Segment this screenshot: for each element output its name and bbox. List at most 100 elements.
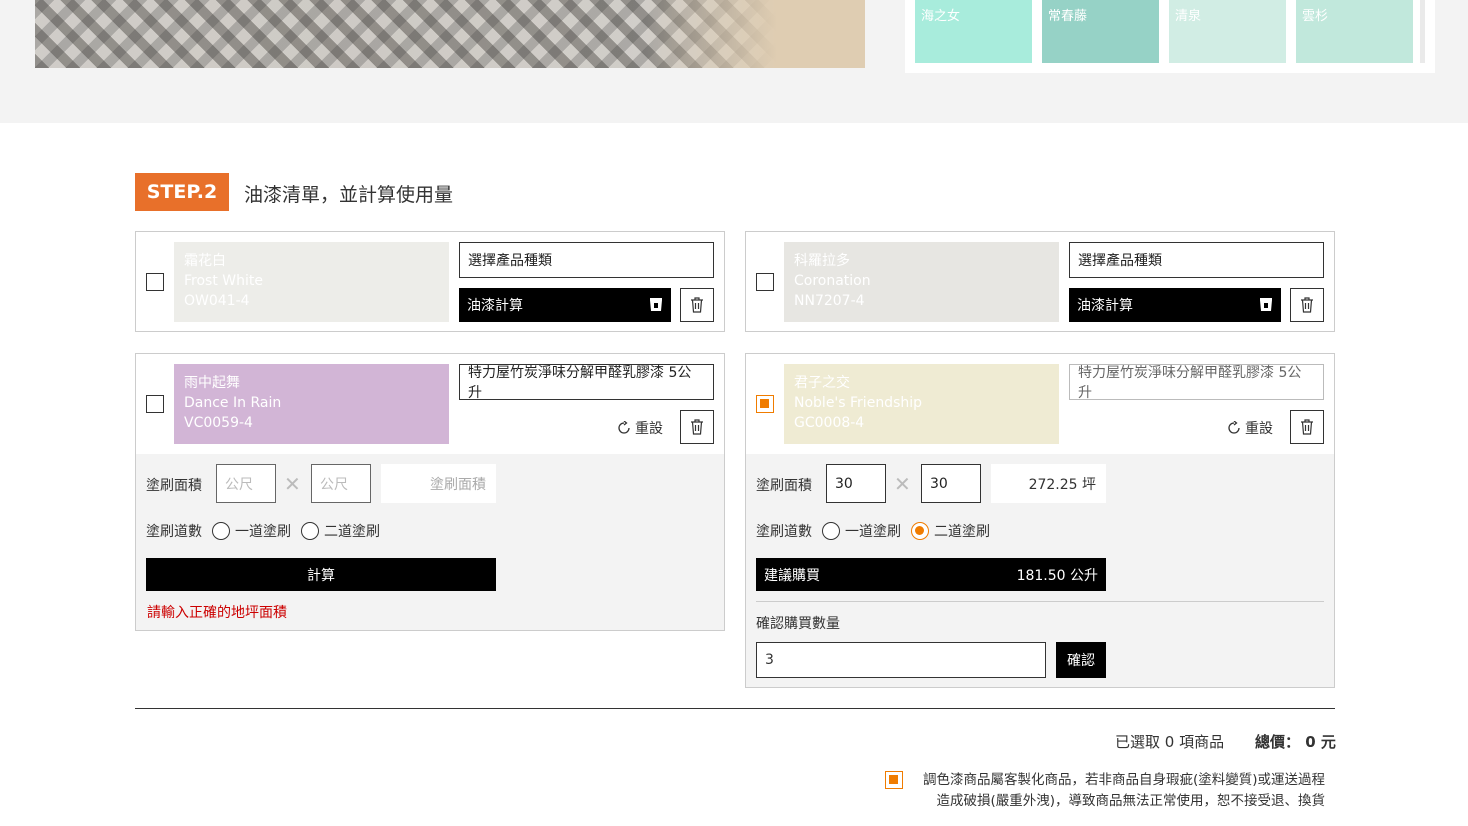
paint-card-expanded: 雨中起舞 Dance In Rain VC0059-4 特力屋竹炭淨味分解甲醛乳… xyxy=(135,353,725,631)
delete-button[interactable] xyxy=(680,288,714,322)
step-badge: STEP.2 xyxy=(135,173,229,211)
color-chip: 雨中起舞 Dance In Rain VC0059-4 xyxy=(174,364,449,444)
floor-fade xyxy=(645,0,865,68)
notice-line-2: 造成破損(嚴重外洩)，導致商品無法正常使用，恕不接受退、換貨 xyxy=(936,793,1325,809)
times-icon: ✕ xyxy=(894,472,911,496)
paint-bucket-icon xyxy=(1260,298,1272,311)
area-label: 塗刷面積 xyxy=(146,478,202,494)
paint-calc-button[interactable]: 油漆計算 xyxy=(1069,288,1281,322)
coat-two-option[interactable]: 二道塗刷 xyxy=(911,521,990,541)
paint-bucket-icon xyxy=(650,298,662,311)
refresh-icon xyxy=(1228,421,1240,434)
confirm-button[interactable]: 確認 xyxy=(1056,642,1106,678)
calculate-button[interactable]: 計算 xyxy=(146,558,496,591)
paint-calc-label: 油漆計算 xyxy=(1077,298,1133,314)
swatch-name: 雲杉 xyxy=(1302,9,1329,24)
reset-button[interactable]: 重設 xyxy=(1227,418,1273,438)
card-checkbox-checked[interactable] xyxy=(756,395,774,413)
swatch-name: 常春藤 xyxy=(1048,9,1088,24)
times-icon: ✕ xyxy=(284,472,301,496)
paint-card-expanded: 君子之交 Noble's Friendship GC0008-4 特力屋竹炭淨味… xyxy=(745,353,1335,688)
color-code: OW041-4 xyxy=(184,293,250,309)
swatch-tile[interactable]: 雲杉 xyxy=(1296,0,1413,63)
card-checkbox[interactable] xyxy=(146,395,164,413)
card-divider xyxy=(756,601,1324,602)
coats-radio-group: 一道塗刷 二道塗刷 xyxy=(822,521,1000,541)
summary-divider xyxy=(135,708,1335,709)
radio-coat-one[interactable] xyxy=(822,522,840,540)
step-title: 油漆清單，並計算使用量 xyxy=(244,184,454,206)
delete-button[interactable] xyxy=(1290,288,1324,322)
product-select[interactable]: 選擇產品種類 xyxy=(459,242,714,278)
radio-coat-two-selected[interactable] xyxy=(911,522,929,540)
delete-button[interactable] xyxy=(680,410,714,444)
radio-coat-one[interactable] xyxy=(212,522,230,540)
swatch-name: 清泉 xyxy=(1175,9,1202,24)
color-chip: 霜花白 Frost White OW041-4 xyxy=(174,242,449,322)
delete-button[interactable] xyxy=(1290,410,1324,444)
swatch-name: 海之女 xyxy=(921,9,961,24)
reset-button[interactable]: 重設 xyxy=(617,418,663,438)
paint-calc-button[interactable]: 油漆計算 xyxy=(459,288,671,322)
color-chip: 科羅拉多 Coronation NN7207-4 xyxy=(784,242,1059,322)
coat-one-option[interactable]: 一道塗刷 xyxy=(212,521,291,541)
height-input[interactable]: 公尺 xyxy=(311,464,371,503)
coat-two-label: 二道塗刷 xyxy=(324,524,380,540)
color-name-zh: 霜花白 xyxy=(184,253,226,269)
width-input[interactable]: 30 xyxy=(826,464,886,503)
coat-two-label: 二道塗刷 xyxy=(934,524,990,540)
color-name-zh: 君子之交 xyxy=(794,375,850,391)
trash-icon xyxy=(1301,297,1313,313)
color-name-zh: 科羅拉多 xyxy=(794,253,850,269)
custom-paint-notice: 調色漆商品屬客製化商品，若非商品自身瑕疵(塗料變質)或運送過程 造成破損(嚴重外… xyxy=(880,770,1325,812)
product-select[interactable]: 特力屋竹炭淨味分解甲醛乳膠漆 5公升 xyxy=(1069,364,1324,401)
card-checkbox[interactable] xyxy=(146,273,164,291)
paint-card: 霜花白 Frost White OW041-4 選擇產品種類 油漆計算 xyxy=(135,231,725,332)
color-name-en: Dance In Rain xyxy=(184,395,282,411)
swatch-tile[interactable]: 海之女 xyxy=(915,0,1032,63)
confirm-qty-label: 確認購買數量 xyxy=(756,616,840,632)
color-name-en: Frost White xyxy=(184,273,263,289)
coats-label: 塗刷道數 xyxy=(146,524,202,540)
suggest-value: 181.50 公升 xyxy=(1016,567,1098,584)
area-label: 塗刷面積 xyxy=(756,478,812,494)
color-name-en: Noble's Friendship xyxy=(794,395,923,411)
trash-icon xyxy=(691,297,703,313)
suggest-label: 建議購買 xyxy=(764,567,820,584)
area-result: 塗刷面積 xyxy=(381,464,496,503)
color-name-en: Coronation xyxy=(794,273,871,289)
color-chip: 君子之交 Noble's Friendship GC0008-4 xyxy=(784,364,1059,444)
width-input[interactable]: 公尺 xyxy=(216,464,276,503)
error-message: 請輸入正確的地坪面積 xyxy=(147,605,287,621)
coat-one-label: 一道塗刷 xyxy=(235,524,291,540)
color-code: NN7207-4 xyxy=(794,293,865,309)
reset-label: 重設 xyxy=(1245,421,1273,437)
coat-one-option[interactable]: 一道塗刷 xyxy=(822,521,901,541)
coat-one-label: 一道塗刷 xyxy=(845,524,901,540)
swatch-tile[interactable]: 常春藤 xyxy=(1042,0,1159,63)
swatch-scrollbar[interactable] xyxy=(1420,0,1425,63)
trash-icon xyxy=(1301,419,1313,435)
color-code: GC0008-4 xyxy=(794,415,865,431)
product-select[interactable]: 特力屋竹炭淨味分解甲醛乳膠漆 5公升 xyxy=(459,364,714,401)
paint-calc-label: 油漆計算 xyxy=(467,298,523,314)
coats-radio-group: 一道塗刷 二道塗刷 xyxy=(212,521,390,541)
height-input[interactable]: 30 xyxy=(921,464,981,503)
room-image xyxy=(35,0,865,68)
total-price: 總價： 0 元 xyxy=(1255,733,1336,751)
coats-label: 塗刷道數 xyxy=(756,524,812,540)
color-name-zh: 雨中起舞 xyxy=(184,375,240,391)
quantity-input[interactable]: 3 xyxy=(756,642,1046,678)
coat-two-option[interactable]: 二道塗刷 xyxy=(301,521,380,541)
selected-count: 已選取 0 項商品 xyxy=(1115,733,1225,751)
reset-label: 重設 xyxy=(635,421,663,437)
color-code: VC0059-4 xyxy=(184,415,253,431)
notice-line-1: 調色漆商品屬客製化商品，若非商品自身瑕疵(塗料變質)或運送過程 xyxy=(922,772,1325,788)
refresh-icon xyxy=(618,421,630,434)
swatch-tile[interactable]: 清泉 xyxy=(1169,0,1286,63)
product-select[interactable]: 選擇產品種類 xyxy=(1069,242,1324,278)
area-result: 272.25 坪 xyxy=(991,464,1106,503)
suggest-bar: 建議購買 181.50 公升 xyxy=(756,558,1106,591)
radio-coat-two[interactable] xyxy=(301,522,319,540)
card-checkbox[interactable] xyxy=(756,273,774,291)
